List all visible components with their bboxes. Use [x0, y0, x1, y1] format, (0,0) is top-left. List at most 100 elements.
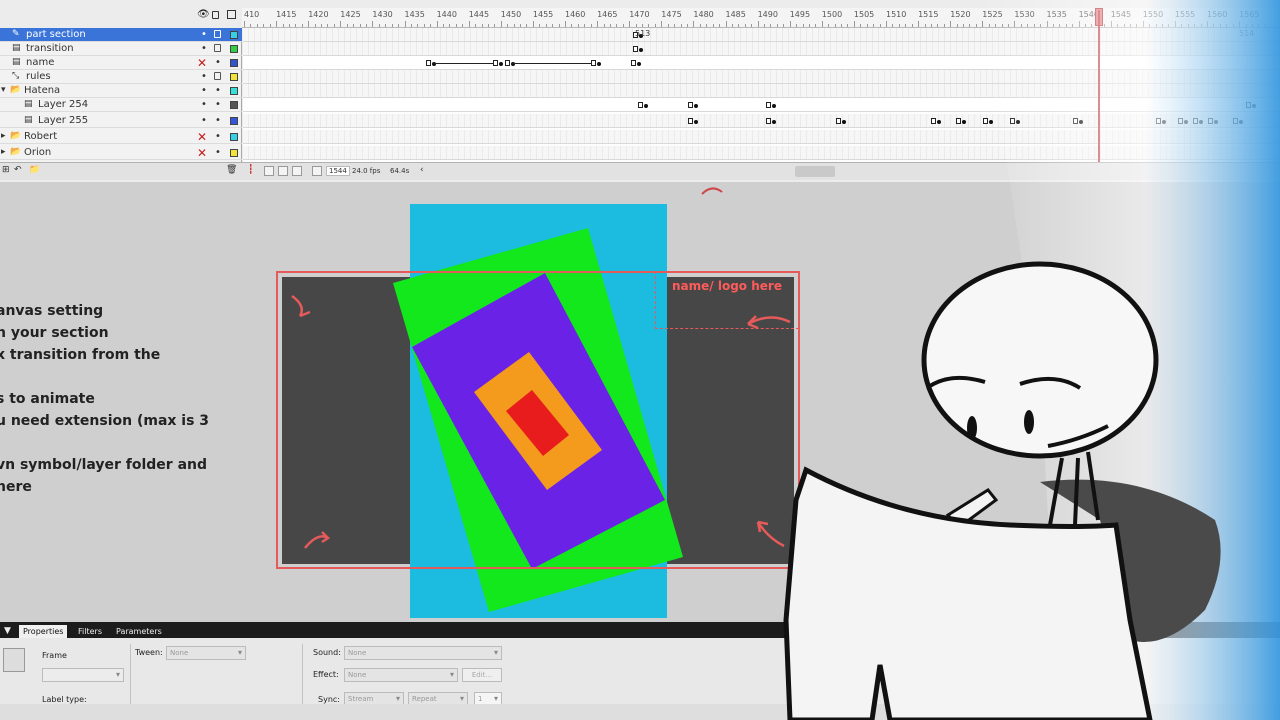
onion-skin-icon[interactable]	[264, 166, 274, 176]
lock-icon[interactable]	[212, 11, 219, 19]
lock-dot[interactable]: •	[215, 114, 221, 128]
collapse-panel-icon[interactable]: ▼	[2, 625, 13, 638]
lock-icon[interactable]	[214, 72, 221, 80]
bottom-scrollbar[interactable]	[0, 704, 1280, 720]
eye-icon[interactable]: 👁	[197, 10, 210, 20]
folder-toggle-icon[interactable]: ▸	[1, 131, 11, 141]
lock-dot[interactable]: •	[215, 130, 221, 144]
keyframe[interactable]	[766, 118, 771, 124]
keyframe[interactable]	[493, 60, 498, 66]
lock-dot[interactable]: •	[215, 98, 221, 112]
modify-onion-markers-icon[interactable]	[312, 166, 322, 176]
keyframe[interactable]	[638, 102, 643, 108]
folder-toggle-icon[interactable]: ▸	[1, 147, 11, 157]
sound-select[interactable]: None	[344, 646, 502, 660]
keyframe[interactable]	[983, 118, 988, 124]
keyframe[interactable]	[426, 60, 431, 66]
layer-row[interactable]: 📂 ▾ Hatena • •	[0, 84, 242, 98]
center-frame-icon[interactable]: ┇	[248, 165, 258, 175]
hidden-x-icon[interactable]: ✕	[197, 130, 207, 144]
layer-color-swatch[interactable]	[230, 59, 238, 67]
tab-filters[interactable]: Filters	[74, 625, 106, 638]
visibility-dot[interactable]: •	[201, 84, 207, 98]
layer-color-swatch[interactable]	[230, 133, 238, 141]
keyframe[interactable]	[688, 102, 693, 108]
keyframe[interactable]	[631, 60, 636, 66]
layer-row[interactable]: ▤ transition •	[0, 42, 242, 56]
layer-row[interactable]: ▤ Layer 254 • •	[0, 98, 242, 112]
add-guide-icon[interactable]: ↶	[14, 165, 22, 175]
visibility-dot[interactable]: •	[201, 98, 207, 112]
visibility-dot[interactable]: •	[201, 70, 207, 84]
layer-row[interactable]: 📂 ▸ Robert ✕ •	[0, 130, 242, 144]
layer-row[interactable]: 📂 ▸ Orion ✕ •	[0, 146, 242, 160]
keyframe[interactable]	[931, 118, 936, 124]
frame-row[interactable]	[243, 146, 1280, 160]
tab-properties[interactable]: Properties	[19, 625, 68, 638]
hidden-x-icon[interactable]: ✕	[197, 146, 207, 160]
keyframe[interactable]	[1073, 118, 1078, 124]
frame-ruler[interactable]: 410 1415 1420 1425 1430 1435 1440 1445 1450 1455 1…	[242, 8, 1280, 28]
keyframe[interactable]	[1156, 118, 1161, 124]
outline-icon[interactable]	[227, 10, 236, 19]
lock-icon[interactable]	[214, 44, 221, 52]
effect-select[interactable]: None	[344, 668, 458, 682]
visibility-dot[interactable]: •	[201, 42, 207, 56]
stage-area[interactable]: anvas setting n your section x transition …	[0, 182, 1280, 622]
add-folder-icon[interactable]: 📁	[29, 165, 40, 175]
layer-row[interactable]: ✎ part section •	[0, 28, 242, 42]
keyframe[interactable]	[1010, 118, 1015, 124]
keyframe[interactable]	[1178, 118, 1183, 124]
layer-color-swatch[interactable]	[230, 31, 238, 39]
frame-row[interactable]	[243, 114, 1280, 128]
scroll-left-icon[interactable]: ‹	[420, 165, 424, 175]
layer-row[interactable]: ⤡ rules •	[0, 70, 242, 84]
frame-row[interactable]	[243, 84, 1280, 98]
folder-toggle-icon[interactable]: ▾	[1, 85, 11, 95]
layer-color-swatch[interactable]	[230, 117, 238, 125]
ruler-tick	[1162, 24, 1163, 27]
frame-row[interactable]	[243, 130, 1280, 144]
frame-label-input[interactable]	[42, 668, 124, 682]
frame-row[interactable]	[243, 98, 1280, 112]
keyframe[interactable]	[591, 60, 596, 66]
layer-color-swatch[interactable]	[230, 73, 238, 81]
frame-row[interactable]	[243, 28, 1280, 42]
layer-color-swatch[interactable]	[230, 101, 238, 109]
frame-row[interactable]	[243, 70, 1280, 84]
frame-row[interactable]	[243, 56, 1280, 70]
keyframe-dot	[637, 62, 641, 66]
keyframe[interactable]	[766, 102, 771, 108]
layer-color-swatch[interactable]	[230, 149, 238, 157]
layer-row[interactable]: ▤ Layer 255 • •	[0, 114, 242, 128]
keyframe[interactable]	[1193, 118, 1198, 124]
layer-color-swatch[interactable]	[230, 45, 238, 53]
hidden-x-icon[interactable]: ✕	[197, 56, 207, 70]
add-layer-icon[interactable]: ⊞	[2, 165, 10, 175]
visibility-dot[interactable]: •	[201, 28, 207, 42]
onion-outline-icon[interactable]	[278, 166, 288, 176]
lock-dot[interactable]: •	[215, 146, 221, 160]
timeline-scrollbar-thumb[interactable]	[795, 166, 835, 177]
keyframe[interactable]	[1233, 118, 1238, 124]
layer-color-swatch[interactable]	[230, 87, 238, 95]
lock-dot[interactable]: •	[215, 84, 221, 98]
tab-parameters[interactable]: Parameters	[112, 625, 166, 638]
delete-layer-icon[interactable]: 🗑	[226, 165, 237, 175]
lock-dot[interactable]: •	[215, 56, 221, 70]
keyframe[interactable]	[1246, 102, 1251, 108]
layer-row[interactable]: ▤ name ✕ •	[0, 56, 242, 70]
visibility-dot[interactable]: •	[201, 114, 207, 128]
lock-icon[interactable]	[214, 30, 221, 38]
keyframe[interactable]	[956, 118, 961, 124]
frame-grid[interactable]: 513 514	[243, 28, 1280, 162]
keyframe[interactable]	[836, 118, 841, 124]
keyframe[interactable]	[505, 60, 510, 66]
keyframe[interactable]	[688, 118, 693, 124]
keyframe[interactable]	[1208, 118, 1213, 124]
edit-multiple-frames-icon[interactable]	[292, 166, 302, 176]
edit-button[interactable]: Edit...	[462, 668, 502, 682]
tween-select[interactable]: None	[166, 646, 246, 660]
keyframe[interactable]	[633, 46, 638, 52]
frame-row[interactable]	[243, 42, 1280, 56]
